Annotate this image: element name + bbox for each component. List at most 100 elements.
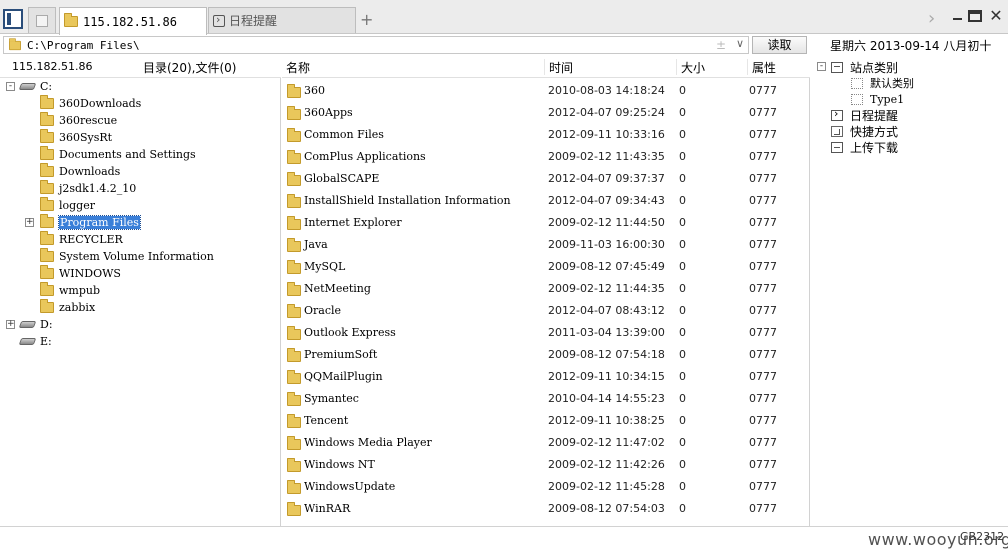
cell-time: 2012-04-07 08:43:12 [548,304,665,317]
tab-blank[interactable] [28,7,56,33]
expand-icon[interactable]: + [6,320,15,329]
tree-item-label: Documents and Settings [59,148,196,161]
category-item[interactable]: 快捷方式 [831,123,898,139]
close-button[interactable]: ✕ [988,8,1004,24]
table-row[interactable]: Oracle 2012-04-07 08:43:12 0 0777 [282,299,810,321]
tree-drive-item[interactable]: E: [18,333,52,350]
column-size[interactable]: 大小 [676,59,705,75]
table-row[interactable]: Tencent 2012-09-11 10:38:25 0 0777 [282,409,810,431]
tree-folder-item[interactable]: 360rescue [40,112,117,129]
folder-icon [40,231,54,245]
tab-schedule[interactable]: 日程提醒 [208,7,356,33]
tree-folder-item[interactable]: logger [40,197,95,214]
table-row[interactable]: WindowsUpdate 2009-02-12 11:45:28 0 0777 [282,475,810,497]
category-label: 站点类别 [850,60,899,75]
cell-attr: 0777 [749,480,777,493]
cell-size: 0 [679,370,686,383]
cell-time: 2012-09-11 10:38:25 [548,414,665,427]
category-label: 默认类别 [870,77,914,90]
chevron-down-icon[interactable]: ∨ [736,37,744,50]
cell-time: 2010-08-03 14:18:24 [548,84,665,97]
cell-name: 360Apps [304,106,353,119]
read-button[interactable]: 读取 [752,36,807,54]
tree-folder-item[interactable]: Downloads [40,163,120,180]
column-name[interactable]: 名称 [282,59,310,75]
table-row[interactable]: Outlook Express 2011-03-04 13:39:00 0 0777 [282,321,810,343]
cell-time: 2009-02-12 11:43:35 [548,150,665,163]
folder-icon [9,37,21,50]
table-row[interactable]: Internet Explorer 2009-02-12 11:44:50 0 077… [282,211,810,233]
column-time[interactable]: 时间 [544,59,573,75]
tree-drive-item[interactable]: + D: [6,316,53,333]
tree-folder-item[interactable]: j2sdk1.4.2_10 [40,180,136,197]
tree-item-label: C: [40,80,53,93]
table-row[interactable]: 360Apps 2012-04-07 09:25:24 0 0777 [282,101,810,123]
list-header: 名称 时间 大小 属性 [282,56,810,78]
cell-attr: 0777 [749,216,777,229]
expand-icon[interactable]: + [25,218,34,227]
table-row[interactable]: PremiumSoft 2009-08-12 07:54:18 0 0777 [282,343,810,365]
tree-folder-item[interactable]: Documents and Settings [40,146,196,163]
cell-attr: 0777 [749,150,777,163]
category-item[interactable]: 上传下载 [831,139,898,155]
collapse-icon[interactable]: - [817,62,826,71]
table-row[interactable]: Windows Media Player 2009-02-12 11:47:02 0… [282,431,810,453]
tree-folder-item[interactable]: zabbix [40,299,95,316]
table-row[interactable]: ComPlus Applications 2009-02-12 11:43:35 0… [282,145,810,167]
tree-folder-item[interactable]: + Program Files [25,214,141,231]
minimize-button[interactable] [950,9,966,23]
tree-folder-item[interactable]: System Volume Information [40,248,214,265]
tab-host[interactable]: 115.182.51.86 [59,7,207,35]
tree-drive-item[interactable]: - C: [6,78,53,95]
cell-name: Common Files [304,128,384,141]
table-row[interactable]: GlobalSCAPE 2012-04-07 09:37:37 0 0777 [282,167,810,189]
cell-attr: 0777 [749,370,777,383]
path-input[interactable]: C:\Program Files\ ± ∨ [3,36,749,54]
table-row[interactable]: QQMailPlugin 2012-09-11 10:34:15 0 0777 [282,365,810,387]
cell-name: MySQL [304,260,346,273]
category-item[interactable]: - 站点类别 [817,59,899,75]
folder-icon [40,129,54,143]
panel-toggle-icon[interactable] [3,9,23,29]
tree-folder-item[interactable]: WINDOWS [40,265,121,282]
tree-item-label: 360rescue [59,114,118,127]
tree-folder-item[interactable]: wmpub [40,282,100,299]
cell-time: 2009-08-12 07:54:18 [548,348,665,361]
table-row[interactable]: InstallShield Installation Information 20… [282,189,810,211]
column-attr[interactable]: 属性 [747,59,776,75]
tree-folder-item[interactable]: 360SysRt [40,129,112,146]
folder-icon [287,260,301,274]
table-row[interactable]: Java 2009-11-03 16:00:30 0 0777 [282,233,810,255]
maximize-button[interactable] [968,10,982,22]
category-item[interactable]: 日程提醒 [831,107,898,123]
cell-size: 0 [679,106,686,119]
tree-folder-item[interactable]: 360Downloads [40,95,141,112]
category-item[interactable]: Type1 [851,91,904,107]
pin-icon[interactable]: ± [716,38,726,52]
cell-attr: 0777 [749,84,777,97]
table-row[interactable]: WinRAR 2009-08-12 07:54:03 0 0777 [282,497,810,519]
file-list-pane: 名称 时间 大小 属性 360 2010-08-03 14:18:24 0 0777 3… [282,56,810,526]
table-row[interactable]: Symantec 2010-04-14 14:55:23 0 0777 [282,387,810,409]
folder-icon [40,197,54,211]
folder-icon [287,458,301,472]
cell-size: 0 [679,458,686,471]
folder-icon [287,238,301,252]
table-row[interactable]: Common Files 2012-09-11 10:33:16 0 0777 [282,123,810,145]
category-label: 上传下载 [850,140,899,155]
table-row[interactable]: 360 2010-08-03 14:18:24 0 0777 [282,79,810,101]
cell-name: WindowsUpdate [304,480,396,493]
folder-icon [40,214,54,228]
table-row[interactable]: Windows NT 2009-02-12 11:42:26 0 0777 [282,453,810,475]
cell-size: 0 [679,84,686,97]
category-item[interactable]: 默认类别 [851,75,914,91]
tab-scroll-right-icon[interactable]: › [928,8,935,29]
collapse-icon[interactable]: - [6,82,15,91]
drive-icon [18,83,37,90]
table-row[interactable]: MySQL 2009-08-12 07:45:49 0 0777 [282,255,810,277]
add-tab-button[interactable]: + [360,10,373,29]
cell-time: 2010-04-14 14:55:23 [548,392,665,405]
tree-folder-item[interactable]: RECYCLER [40,231,123,248]
table-row[interactable]: NetMeeting 2009-02-12 11:44:35 0 0777 [282,277,810,299]
folder-icon [40,146,54,160]
